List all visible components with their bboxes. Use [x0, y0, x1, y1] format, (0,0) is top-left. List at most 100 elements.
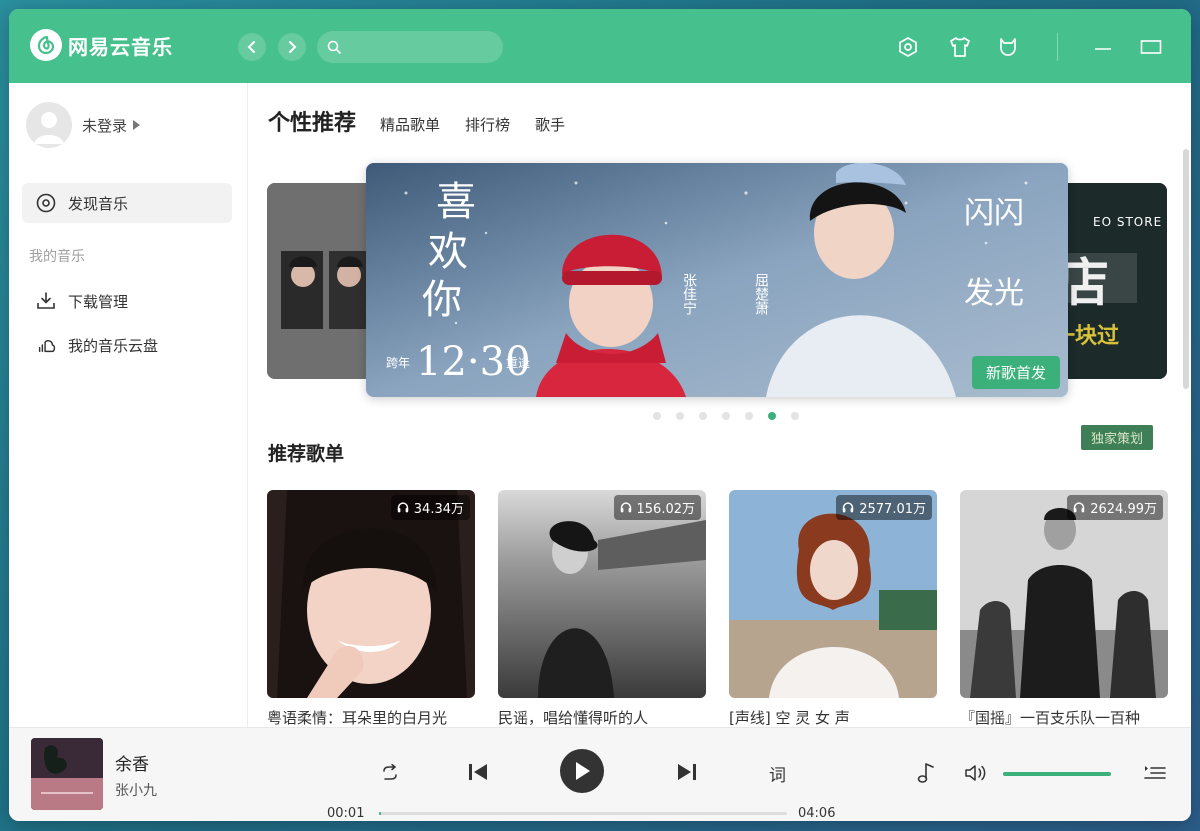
caret-right-icon [133, 120, 141, 130]
skin-button[interactable] [948, 35, 972, 59]
volume-button[interactable] [963, 762, 989, 784]
main-scrollbar[interactable] [1183, 149, 1189, 389]
repeat-icon [383, 764, 397, 780]
download-icon [36, 291, 56, 311]
headphones-icon [843, 502, 854, 513]
app-name: 网易云音乐 [68, 34, 173, 59]
carousel-dot[interactable] [653, 412, 661, 420]
svg-text:屈楚萧: 屈楚萧 [753, 273, 769, 315]
chevron-right-icon [289, 41, 297, 53]
sidebar-item-label: 我的音乐云盘 [68, 336, 159, 355]
playlist-card[interactable]: 2624.99万 『国摇』一百支乐队一百种 [960, 490, 1168, 727]
progress-fill [379, 812, 381, 815]
cat-icon [1000, 38, 1016, 56]
play-count: 34.34万 [413, 502, 464, 517]
loop-mode-button[interactable] [379, 762, 401, 784]
titlebar-divider [1057, 33, 1058, 61]
sidebar-item-discover[interactable]: 发现音乐 [22, 183, 232, 223]
carousel-dot[interactable] [676, 412, 684, 420]
playlist-cover[interactable]: 2577.01万 [729, 490, 937, 698]
tab-charts[interactable]: 排行榜 [465, 114, 510, 135]
play-count-badge: 34.34万 [390, 495, 470, 520]
banner-main-image[interactable]: 喜 欢 你 跨年 12·30 重逢 张佳宁 屈楚萧 闪闪 发光 新歌首发 [366, 163, 1068, 397]
banner-next-caption: EO STORE [1093, 215, 1163, 229]
back-button[interactable] [238, 33, 266, 61]
discover-tabs: 个性推荐 精品歌单 排行榜 歌手 [268, 105, 590, 137]
next-button[interactable] [673, 758, 701, 786]
user-name[interactable]: 未登录 [82, 115, 127, 136]
mini-mode-button[interactable] [996, 35, 1020, 59]
album-cover[interactable] [31, 738, 103, 810]
tab-singers[interactable]: 歌手 [535, 114, 565, 135]
minimize-button[interactable] [1091, 35, 1115, 59]
play-count: 2624.99万 [1090, 502, 1157, 517]
playlist-cover[interactable]: 2624.99万 [960, 490, 1168, 698]
playlist-cover[interactable]: 156.02万 [498, 490, 706, 698]
carousel-dot-active[interactable] [768, 412, 776, 420]
previous-button[interactable] [464, 758, 492, 786]
playlist-title[interactable]: 粤语柔情：耳朵里的白月光 [267, 706, 475, 727]
sound-effect-button[interactable] [915, 761, 939, 785]
sidebar-item-label: 发现音乐 [68, 194, 129, 213]
play-count: 156.02万 [636, 502, 696, 517]
playlist-button[interactable] [1143, 761, 1167, 785]
search-box[interactable] [317, 31, 503, 63]
playlist-cover[interactable]: 34.34万 [267, 490, 475, 698]
app-window: 网易云音乐 未登录 发现音乐 我的音乐 下载管理 我的音乐云盘 个性推荐 精品歌… [9, 9, 1191, 821]
cloud-icon [36, 335, 56, 355]
netease-logo-icon [30, 29, 62, 61]
play-button[interactable] [560, 749, 604, 793]
user-login[interactable]: 未登录 [26, 102, 141, 148]
carousel-dot[interactable] [722, 412, 730, 420]
current-time: 00:01 [327, 806, 365, 821]
playlist-grid: 34.34万 粤语柔情：耳朵里的白月光 156.02万 民谣，唱给懂得听的人 2… [267, 490, 1168, 727]
carousel-dot[interactable] [745, 412, 753, 420]
svg-text:喜: 喜 [436, 179, 476, 225]
playlist-card[interactable]: 34.34万 粤语柔情：耳朵里的白月光 [267, 490, 475, 727]
svg-text:发光: 发光 [964, 276, 1024, 311]
tab-personal-recommend[interactable]: 个性推荐 [268, 105, 356, 137]
playlist-card[interactable]: 156.02万 民谣，唱给懂得听的人 [498, 490, 706, 727]
banner-badge: 新歌首发 [971, 356, 1060, 389]
sidebar: 未登录 发现音乐 我的音乐 下载管理 我的音乐云盘 [9, 83, 248, 727]
song-title[interactable]: 余香 [115, 750, 149, 775]
play-count-badge: 156.02万 [613, 495, 701, 520]
settings-button[interactable] [896, 35, 920, 59]
app-logo[interactable]: 网易云音乐 [30, 29, 173, 61]
artist-name[interactable]: 张小九 [115, 780, 157, 800]
recommend-playlists-title[interactable]: 推荐歌单 [268, 439, 344, 466]
maximize-button[interactable] [1139, 35, 1163, 59]
chevron-left-icon [247, 41, 255, 53]
progress-bar[interactable] [379, 812, 787, 815]
playlist-title[interactable]: [声线] 空 灵 女 声 [729, 706, 937, 727]
default-avatar-icon [34, 112, 64, 144]
banner-next-tag: 独家策划 [1081, 425, 1154, 450]
banner-carousel[interactable]: 店 一块过 EO STORE 独家策划 喜 欢 你 跨年 12·30 重逢 张佳… [267, 163, 1167, 450]
search-input[interactable] [349, 39, 499, 55]
my-music-section-title: 我的音乐 [29, 249, 85, 265]
svg-text:欢: 欢 [428, 229, 468, 275]
queue-list-icon [1144, 766, 1166, 779]
carousel-dot[interactable] [699, 412, 707, 420]
maximize-icon [1140, 40, 1162, 54]
sidebar-item-downloads[interactable]: 下载管理 [22, 281, 232, 321]
sidebar-item-cloud[interactable]: 我的音乐云盘 [22, 325, 232, 365]
playlist-card[interactable]: 2577.01万 [声线] 空 灵 女 声 [729, 490, 937, 727]
duration: 04:06 [798, 806, 836, 821]
svg-text:闪闪: 闪闪 [964, 196, 1024, 231]
carousel-dot[interactable] [791, 412, 799, 420]
playlist-title[interactable]: 『国摇』一百支乐队一百种 [960, 706, 1168, 727]
title-bar: 网易云音乐 [9, 9, 1191, 83]
svg-text:张佳宁: 张佳宁 [681, 273, 697, 315]
volume-slider[interactable] [1003, 772, 1111, 776]
sidebar-item-label: 下载管理 [68, 292, 129, 311]
lyrics-button[interactable]: 词 [769, 761, 786, 786]
headphones-icon [397, 502, 408, 513]
tshirt-icon [950, 37, 970, 57]
forward-button[interactable] [278, 33, 306, 61]
skip-back-icon [469, 764, 487, 780]
playlist-title[interactable]: 民谣，唱给懂得听的人 [498, 706, 706, 727]
avatar[interactable] [26, 102, 72, 148]
main-content: 个性推荐 精品歌单 排行榜 歌手 店 一块过 EO STORE 独家策划 喜 欢… [249, 83, 1179, 727]
tab-playlists[interactable]: 精品歌单 [380, 114, 440, 135]
